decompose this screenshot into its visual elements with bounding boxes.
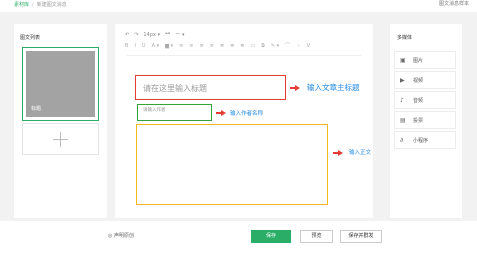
bottom-action-bar: ◎ 声明原创 保存 预览 保存并群发 [0,221,477,253]
media-item-video[interactable]: ▶ 视频 [394,71,456,89]
toolbar-button[interactable]: 一 ▾ [175,32,184,38]
media-item-mini-program[interactable]: ∂ 小程序 [394,131,456,149]
toolbar-button[interactable]: I [134,43,135,49]
toolbar-button[interactable]: ♢ [296,43,300,49]
toolbar-button[interactable]: U [142,43,146,49]
body-content-area[interactable] [136,124,328,205]
article-cover-image: 标题 [26,51,95,117]
author-annotation: 输入作者名称 [230,111,264,117]
plus-icon-vertical [60,132,61,147]
toolbar-button[interactable]: 14px ▾ [143,32,160,38]
article-list-panel: 图文列表 标题 [14,24,107,218]
author-placeholder: 请输入作者 [143,108,166,113]
editor-toolbar-row2: BI U A ▾ ▆ ▾ ≡ ≡ ≡ ≡ ≣ ≣ ≣ ▭ ⧉ ✎ ▾ ⌒ ♢ Ⅴ [125,42,365,52]
title-annotation: 输入文章主标题 [307,83,360,92]
breadcrumb-home-link[interactable]: 素材库 [14,2,29,8]
author-input[interactable]: 请输入作者 [137,104,212,121]
toolbar-button[interactable]: ≣ [240,43,244,49]
article-thumb-label: 标题 [31,106,42,112]
toolbar-button[interactable]: Ⅴ [307,43,310,49]
breadcrumb-separator: / [32,2,34,8]
image-icon: ▣ [400,57,406,64]
body-annotation-arrow-icon [338,150,343,156]
media-item-label: 图片 [413,58,424,64]
add-article-button[interactable] [22,123,99,155]
article-list-title: 图文列表 [20,35,41,41]
toolbar-button[interactable]: ✎ ▾ [271,43,279,49]
editor-toolbar-row1: ↶ ↷ 14px ▾ ❝❞ 一 ▾ [125,31,365,41]
article-thumb-active[interactable]: 标题 [22,47,99,121]
media-item-vote[interactable]: ▤ 投票 [394,111,456,129]
title-annotation-arrow-icon [295,85,300,91]
breadcrumb-current: 新建图文消息 [36,2,67,8]
toolbar-button[interactable]: ↶ [125,32,129,38]
toolbar-button[interactable]: B [125,43,128,49]
toolbar-button[interactable]: ≡ [199,43,203,49]
toolbar-button[interactable]: ≣ [230,43,234,49]
vote-icon: ▤ [400,117,406,124]
media-item-label: 音频 [413,98,424,104]
editor-panel: ↶ ↷ 14px ▾ ❝❞ 一 ▾ BI U A ▾ ▆ ▾ ≡ ≡ ≡ ≡ ≣ ≣ ≣ ▭ ⧉ ✎ ▾ ⌒ ♢ Ⅴ 请… [115,24,373,218]
save-button[interactable]: 保存 [251,230,291,243]
multimedia-title: 多媒体 [397,35,413,41]
toolbar-button[interactable]: ⌒ [285,43,290,49]
body-annotation: 输入正文 [349,150,372,156]
title-input[interactable]: 请在这里输入标题 [135,75,286,100]
audio-icon: ♪ [400,97,404,104]
media-item-label: 投票 [413,118,424,124]
toolbar-button[interactable]: ↷ [134,32,138,38]
toolbar-button[interactable]: ≡ [210,43,214,49]
toolbar-button[interactable]: ▭ [251,43,256,49]
toolbar-divider [127,55,361,56]
toolbar-button[interactable]: ≣ [220,43,224,49]
title-placeholder: 请在这里输入标题 [143,84,207,93]
top-bar: 素材库 / 新建图文消息 图文消息样本 [0,0,477,12]
media-item-label: 小程序 [413,138,429,144]
toolbar-button[interactable]: ⧉ [261,43,265,49]
toolbar-button[interactable]: ❝❞ [165,32,170,38]
author-annotation-arrow-icon [221,110,226,116]
video-icon: ▶ [400,77,405,84]
preview-button[interactable]: 预览 [300,230,333,243]
declare-original-toggle[interactable]: ◎ 声明原创 [108,232,134,239]
multimedia-panel: 多媒体 ▣ 图片 ▶ 视频 ♪ 音频 ▤ 投票 ∂ 小程序 [390,24,462,218]
media-item-audio[interactable]: ♪ 音频 [394,91,456,109]
mini-program-icon: ∂ [400,137,404,144]
media-item-image[interactable]: ▣ 图片 [394,51,456,69]
toolbar-button[interactable]: A ▾ [152,43,160,49]
toolbar-button[interactable]: ▆ ▾ [165,43,173,49]
toolbar-button[interactable]: ≡ [179,43,183,49]
save-and-publish-button[interactable]: 保存并群发 [340,230,382,243]
preview-sample-link[interactable]: 图文消息样本 [439,0,469,7]
toolbar-button[interactable]: ≡ [189,43,193,49]
media-item-label: 视频 [413,78,424,84]
breadcrumb: 素材库 / 新建图文消息 [14,1,67,8]
